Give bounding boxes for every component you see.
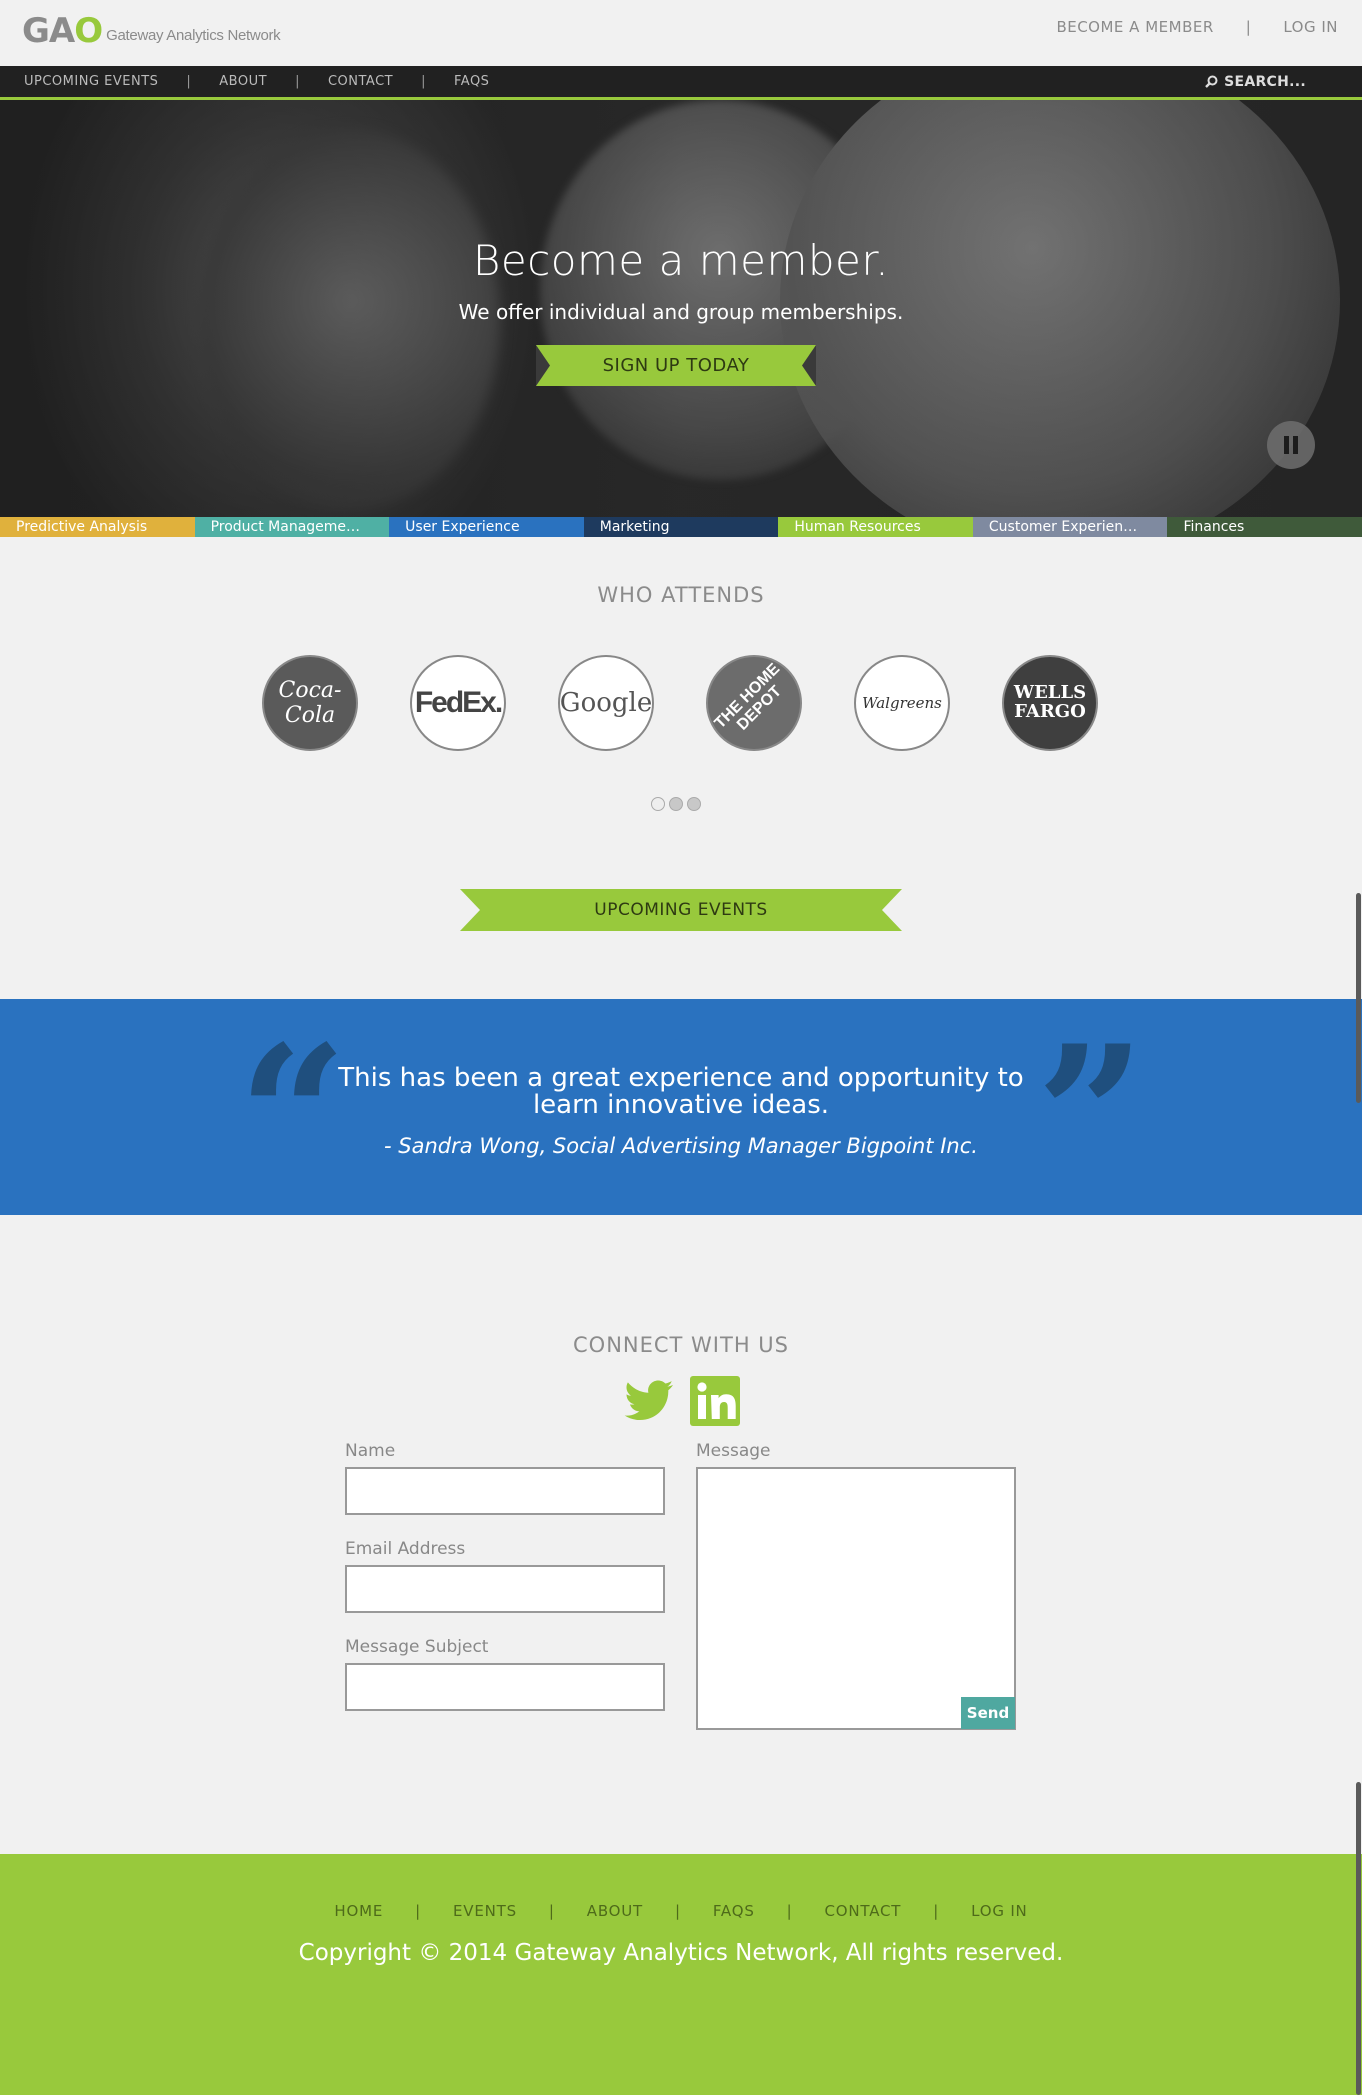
nav-item-about[interactable]: ABOUT xyxy=(219,74,267,89)
search-box[interactable]: SEARCH... xyxy=(1205,66,1306,97)
category-strip: Predictive Analysis Product Manageme… Us… xyxy=(0,517,1362,537)
footer-link-login[interactable]: LOG IN xyxy=(971,1902,1027,1920)
category-product-management[interactable]: Product Manageme… xyxy=(194,517,390,537)
pager-dot[interactable] xyxy=(651,797,665,811)
wells-fargo-wordmark: WELLS FARGO xyxy=(1013,682,1087,722)
twitter-icon[interactable] xyxy=(624,1380,674,1422)
nav-separator: | xyxy=(186,74,192,89)
main-nav: UPCOMING EVENTS | ABOUT | CONTACT | FAQS… xyxy=(0,66,1362,100)
footer-separator: | xyxy=(933,1902,940,1920)
top-links-separator: | xyxy=(1245,18,1252,36)
site-footer: HOME | EVENTS | ABOUT | FAQS | CONTACT |… xyxy=(0,1854,1362,2095)
fedex-wordmark: FedEx. xyxy=(414,686,503,719)
footer-link-home[interactable]: HOME xyxy=(334,1902,383,1920)
nav-separator: | xyxy=(421,74,426,89)
footer-nav: HOME | EVENTS | ABOUT | FAQS | CONTACT |… xyxy=(0,1902,1362,1920)
footer-link-contact[interactable]: CONTACT xyxy=(825,1902,902,1920)
category-customer-experience[interactable]: Customer Experien… xyxy=(972,517,1168,537)
nav-items: UPCOMING EVENTS | ABOUT | CONTACT | FAQS xyxy=(24,66,489,97)
email-label: Email Address xyxy=(345,1539,466,1559)
email-field[interactable] xyxy=(345,1565,665,1613)
ribbon-notch-left xyxy=(536,345,554,386)
search-icon xyxy=(1205,75,1218,88)
upcoming-events-button[interactable]: UPCOMING EVENTS xyxy=(460,889,902,931)
coca-cola-logo: Coca-Cola xyxy=(262,655,358,751)
scrollbar-thumb[interactable] xyxy=(1356,893,1361,1103)
search-placeholder: SEARCH... xyxy=(1224,73,1306,90)
google-logo: Google xyxy=(558,655,654,751)
message-label: Message xyxy=(696,1441,771,1461)
sign-up-button[interactable]: SIGN UP TODAY xyxy=(536,345,816,386)
category-user-experience[interactable]: User Experience xyxy=(389,517,584,537)
top-links: BECOME A MEMBER | LOG IN xyxy=(1056,18,1338,36)
message-field[interactable] xyxy=(696,1467,1016,1730)
google-wordmark: Google xyxy=(559,688,653,718)
sign-up-label: SIGN UP TODAY xyxy=(602,355,750,376)
close-quote-icon: ” xyxy=(1036,1004,1146,1227)
page-scrollbar[interactable] xyxy=(1354,0,1362,2095)
footer-link-about[interactable]: ABOUT xyxy=(587,1902,643,1920)
ribbon-notch-left xyxy=(460,889,480,931)
home-depot-logo: THE HOME DEPOT xyxy=(706,655,802,751)
subject-label: Message Subject xyxy=(345,1637,489,1657)
copyright-text: Copyright © 2014 Gateway Analytics Netwo… xyxy=(298,1940,1064,1966)
upcoming-events-label: UPCOMING EVENTS xyxy=(594,900,768,920)
pager-dot[interactable] xyxy=(669,797,683,811)
send-button[interactable]: Send xyxy=(961,1697,1015,1729)
nav-separator: | xyxy=(295,74,300,89)
pager-dot[interactable] xyxy=(687,797,701,811)
name-label: Name xyxy=(345,1441,396,1461)
nav-item-upcoming-events[interactable]: UPCOMING EVENTS xyxy=(24,74,158,89)
site-logo[interactable]: GAO Gateway Analytics Network xyxy=(22,11,281,51)
footer-separator: | xyxy=(548,1902,555,1920)
footer-separator: | xyxy=(415,1902,421,1920)
ribbon-notch-right xyxy=(882,889,902,931)
logo-text: Gateway Analytics Network xyxy=(106,27,281,44)
footer-separator: | xyxy=(786,1902,793,1920)
footer-link-events[interactable]: EVENTS xyxy=(453,1902,517,1920)
who-attends-title: WHO ATTENDS xyxy=(597,583,765,607)
linkedin-icon[interactable] xyxy=(690,1376,740,1426)
top-header: GAO Gateway Analytics Network BECOME A M… xyxy=(0,0,1362,66)
ribbon-notch-right xyxy=(802,345,816,386)
category-marketing[interactable]: Marketing xyxy=(583,517,779,537)
walgreens-wordmark: Walgreens xyxy=(862,694,942,712)
testimonial-section: “ ” This has been a great experience and… xyxy=(0,999,1362,1215)
connect-title: CONNECT WITH US xyxy=(573,1333,789,1357)
walgreens-logo: Walgreens xyxy=(854,655,950,751)
footer-separator: | xyxy=(675,1902,681,1920)
logo-carousel-pager xyxy=(651,797,701,811)
category-finances[interactable]: Finances xyxy=(1167,517,1362,537)
social-links xyxy=(624,1376,740,1426)
attendee-logos: Coca-Cola FedEx. Google THE HOME DEPOT W… xyxy=(262,655,1098,751)
nav-item-contact[interactable]: CONTACT xyxy=(328,74,393,89)
testimonial-quote: This has been a great experience and opp… xyxy=(338,1063,1024,1120)
scrollbar-thumb-lower[interactable] xyxy=(1356,1782,1361,2095)
login-link[interactable]: LOG IN xyxy=(1283,18,1338,36)
hero-title: Become a member. xyxy=(472,236,890,285)
wells-fargo-logo: WELLS FARGO xyxy=(1002,655,1098,751)
coca-cola-wordmark: Coca-Cola xyxy=(278,678,342,728)
hero-banner: Become a member. We offer individual and… xyxy=(0,100,1362,517)
pause-icon[interactable] xyxy=(1267,421,1315,469)
testimonial-author: - Sandra Wong, Social Advertising Manage… xyxy=(384,1134,978,1158)
logo-mark: GAO xyxy=(22,11,103,51)
subject-field[interactable] xyxy=(345,1663,665,1711)
category-human-resources[interactable]: Human Resources xyxy=(778,517,973,537)
home-depot-wordmark: THE HOME DEPOT xyxy=(711,660,785,734)
category-predictive-analysis[interactable]: Predictive Analysis xyxy=(0,517,195,537)
nav-item-faqs[interactable]: FAQS xyxy=(454,74,489,89)
become-member-link[interactable]: BECOME A MEMBER xyxy=(1056,18,1213,36)
footer-link-faqs[interactable]: FAQS xyxy=(713,1902,755,1920)
fedex-logo: FedEx. xyxy=(410,655,506,751)
name-field[interactable] xyxy=(345,1467,665,1515)
hero-subtitle: We offer individual and group membership… xyxy=(458,300,904,324)
